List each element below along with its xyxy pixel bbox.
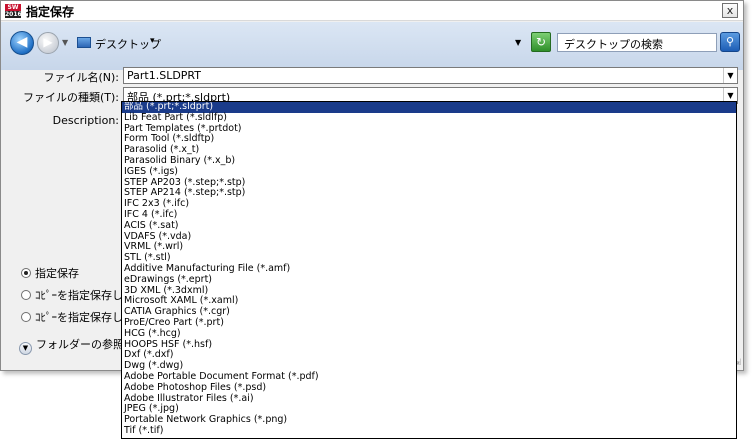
dropdown-item[interactable]: Additive Manufacturing File (*.amf) bbox=[122, 263, 736, 275]
dropdown-item[interactable]: Part Templates (*.prtdot) bbox=[122, 123, 736, 135]
refresh-icon[interactable]: ↻ bbox=[531, 32, 551, 52]
dropdown-item[interactable]: VRML (*.wrl) bbox=[122, 242, 736, 253]
title-bar: SW 2016 指定保存 x bbox=[1, 1, 743, 21]
history-dropdown-icon[interactable]: ▼ bbox=[62, 38, 68, 47]
forward-arrow-icon[interactable]: ▶ bbox=[37, 32, 59, 54]
radio-label: 指定保存 bbox=[35, 267, 79, 280]
search-icon[interactable]: ⚲ bbox=[720, 32, 740, 52]
dropdown-item[interactable]: Portable Network Graphics (*.png) bbox=[122, 414, 736, 426]
dropdown-item[interactable]: Adobe Photoshop Files (*.psd) bbox=[122, 382, 736, 394]
window-title: 指定保存 bbox=[26, 5, 75, 19]
dropdown-item[interactable]: VDAFS (*.vda) bbox=[122, 231, 736, 243]
dropdown-item[interactable]: Adobe Illustrator Files (*.ai) bbox=[122, 393, 736, 405]
dropdown-item[interactable]: HCG (*.hcg) bbox=[122, 328, 736, 340]
dropdown-item[interactable]: IFC 2x3 (*.ifc) bbox=[122, 198, 736, 210]
dropdown-item[interactable]: STEP AP214 (*.step;*.stp) bbox=[122, 188, 736, 199]
radio-save-copy-continue[interactable]: ｺﾋﾟｰを指定保存し bbox=[21, 287, 123, 303]
filename-value: Part1.SLDPRT bbox=[127, 69, 201, 82]
radio-dot[interactable] bbox=[21, 290, 31, 300]
radio-label: ｺﾋﾟｰを指定保存し bbox=[35, 289, 123, 302]
dropdown-item[interactable]: Parasolid Binary (*.x_b) bbox=[122, 155, 736, 167]
dropdown-item[interactable]: Tif (*.tif) bbox=[122, 425, 736, 437]
close-button[interactable]: x bbox=[722, 3, 738, 18]
dropdown-item[interactable]: HOOPS HSF (*.hsf) bbox=[122, 339, 736, 351]
app-icon-year: 2016 bbox=[5, 11, 22, 18]
dropdown-item[interactable]: Dxf (*.dxf) bbox=[122, 350, 736, 361]
description-label: Description: bbox=[52, 114, 119, 127]
dropdown-item[interactable]: Lib Feat Part (*.sldlfp) bbox=[122, 112, 736, 124]
search-input[interactable]: デスクトップの検索 bbox=[557, 33, 717, 52]
chevron-down-icon[interactable]: ▼ bbox=[19, 342, 32, 355]
filename-dropdown-icon[interactable]: ▼ bbox=[723, 68, 737, 83]
filetype-dropdown-list: 部品 (*.prt;*.sldprt) Lib Feat Part (*.sldl… bbox=[121, 101, 737, 439]
dropdown-item[interactable]: Form Tool (*.sldftp) bbox=[122, 134, 736, 145]
dropdown-item[interactable]: IFC 4 (*.ifc) bbox=[122, 209, 736, 221]
dropdown-item[interactable]: ACIS (*.sat) bbox=[122, 220, 736, 232]
dropdown-item[interactable]: eDrawings (*.eprt) bbox=[122, 274, 736, 286]
filename-field[interactable]: Part1.SLDPRT ▼ bbox=[123, 67, 738, 84]
address-dropdown-icon[interactable]: ▼ bbox=[515, 38, 521, 47]
solidworks-icon: SW 2016 bbox=[5, 4, 22, 18]
filetype-label: ファイルの種類(T): bbox=[22, 91, 119, 104]
radio-save-copy-open[interactable]: ｺﾋﾟｰを指定保存し bbox=[21, 309, 123, 325]
breadcrumb-chevron-icon[interactable]: ▾ bbox=[150, 36, 155, 46]
radio-label: ｺﾋﾟｰを指定保存し bbox=[35, 311, 123, 324]
radio-dot[interactable] bbox=[21, 268, 31, 278]
filename-label: ファイル名(N): bbox=[43, 71, 119, 84]
back-arrow-icon[interactable]: ◀ bbox=[10, 31, 34, 55]
app-icon-brand: SW bbox=[7, 4, 19, 11]
radio-dot[interactable] bbox=[21, 312, 31, 322]
desktop-icon bbox=[77, 37, 91, 48]
dropdown-item[interactable]: IGES (*.igs) bbox=[122, 166, 736, 178]
navigation-bar: ◀ ▶ ▼ デスクトップ ▾ ▼ ↻ デスクトップの検索 ⚲ bbox=[1, 22, 743, 70]
dropdown-item[interactable]: ProE/Creo Part (*.prt) bbox=[122, 317, 736, 329]
radio-save-as[interactable]: 指定保存 bbox=[21, 265, 79, 281]
